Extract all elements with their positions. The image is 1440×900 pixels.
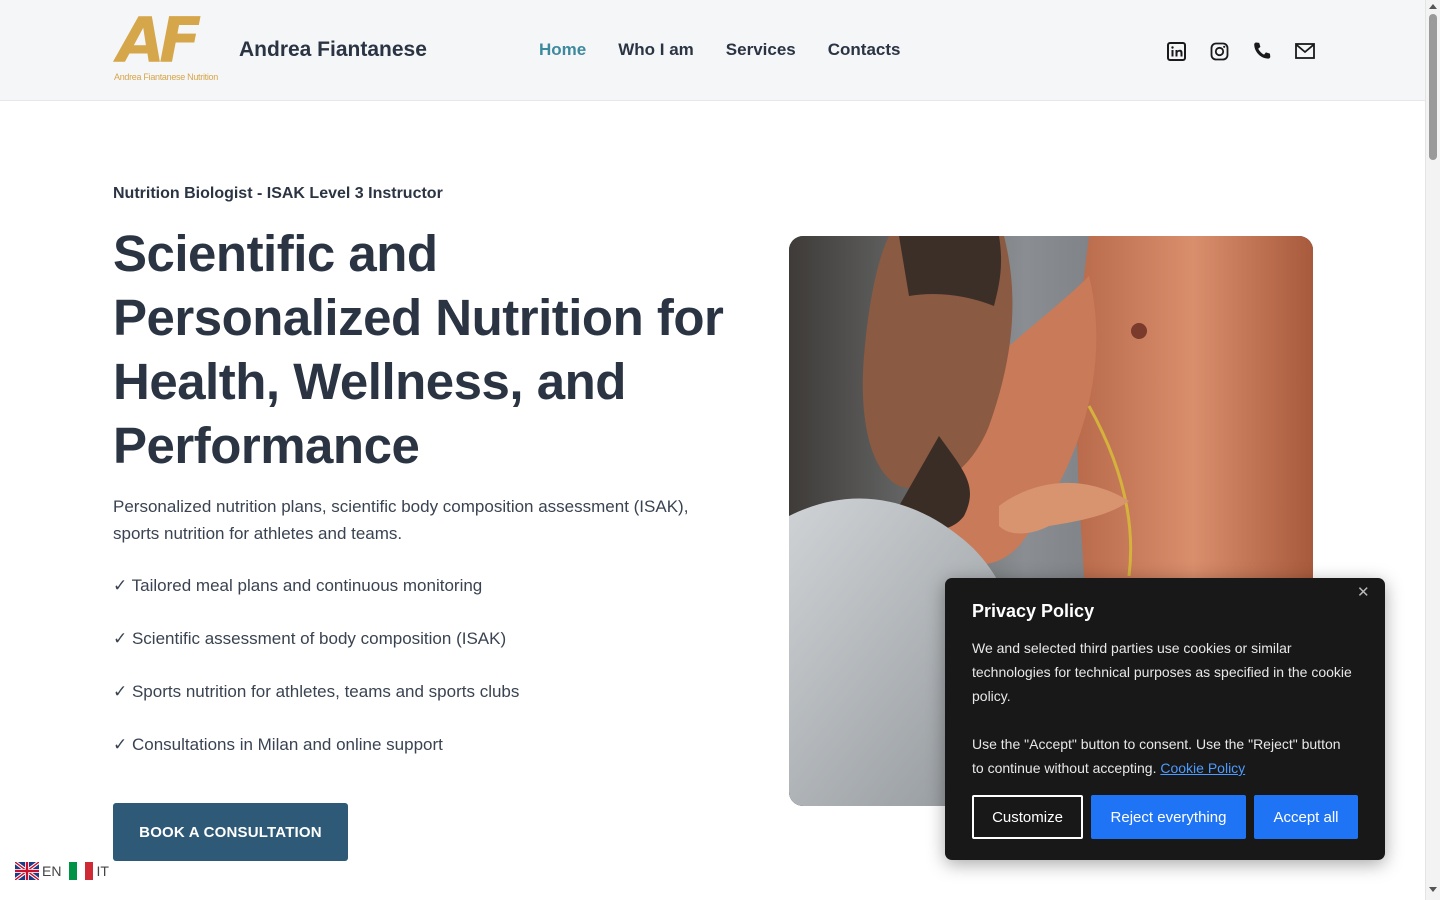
hero-bullets: ✓ Tailored meal plans and continuous mon… [113,576,519,788]
cookie-title: Privacy Policy [972,601,1095,621]
close-icon[interactable]: ✕ [1357,585,1371,600]
logo-letters: AF [117,4,201,77]
bullet-item: ✓ Scientific assessment of body composit… [113,629,507,648]
main-nav: Home Who I am Services Contacts [539,40,900,60]
lang-label-it: IT [96,863,109,879]
book-consultation-button[interactable]: BOOK A CONSULTATION [113,803,348,861]
linkedin-icon[interactable] [1165,40,1187,62]
cookie-banner: ✕ Privacy Policy We and selected third p… [945,578,1385,860]
reject-all-button[interactable]: Reject everything [1091,795,1246,839]
accept-all-button[interactable]: Accept all [1254,795,1358,839]
mail-icon[interactable] [1294,40,1316,62]
uk-flag-icon [15,862,39,880]
hero-description: Personalized nutrition plans, scientific… [113,497,689,543]
cookie-buttons: Customize Reject everything Accept all [972,795,1358,839]
scroll-up-arrow-icon[interactable] [1429,4,1437,9]
nav-services[interactable]: Services [726,40,796,60]
lang-option-it[interactable]: IT [69,862,109,880]
cookie-policy-link[interactable]: Cookie Policy [1160,760,1245,776]
nav-home[interactable]: Home [539,40,586,60]
nav-contacts[interactable]: Contacts [828,40,901,60]
scroll-thumb[interactable] [1429,14,1437,160]
italy-flag-icon [69,862,94,880]
social-links [1165,40,1316,62]
scroll-down-arrow-icon[interactable] [1429,887,1437,892]
cookie-text: We and selected third parties use cookie… [972,636,1352,780]
lang-label-en: EN [42,863,62,879]
phone-icon[interactable] [1251,40,1273,62]
cookie-text-2-content: Use the "Accept" button to consent. Use … [972,736,1341,776]
brand-logo[interactable]: AF Andrea Fiantanese Nutrition [113,10,223,84]
instagram-icon[interactable] [1208,40,1230,62]
page-scrollbar[interactable] [1425,0,1440,900]
site-header: AF Andrea Fiantanese Nutrition Andrea Fi… [0,0,1425,101]
bullet-item: ✓ Consultations in Milan and online supp… [113,735,443,754]
language-switcher: EN IT [15,862,109,880]
bullet-item: ✓ Sports nutrition for athletes, teams a… [113,682,520,701]
logo-subtitle: Andrea Fiantanese Nutrition [114,72,218,82]
lang-option-en[interactable]: EN [15,862,61,880]
customize-button[interactable]: Customize [972,795,1083,839]
nav-who-i-am[interactable]: Who I am [618,40,694,60]
hero-title: Scientific and Personalized Nutrition fo… [113,225,724,474]
brand-name[interactable]: Andrea Fiantanese [239,38,427,62]
cookie-text-2: Use the "Accept" button to consent. Use … [972,732,1352,780]
bullet-item: ✓ Tailored meal plans and continuous mon… [113,576,483,595]
cookie-text-1: We and selected third parties use cookie… [972,640,1352,704]
hero-eyebrow: Nutrition Biologist - ISAK Level 3 Instr… [113,185,443,202]
